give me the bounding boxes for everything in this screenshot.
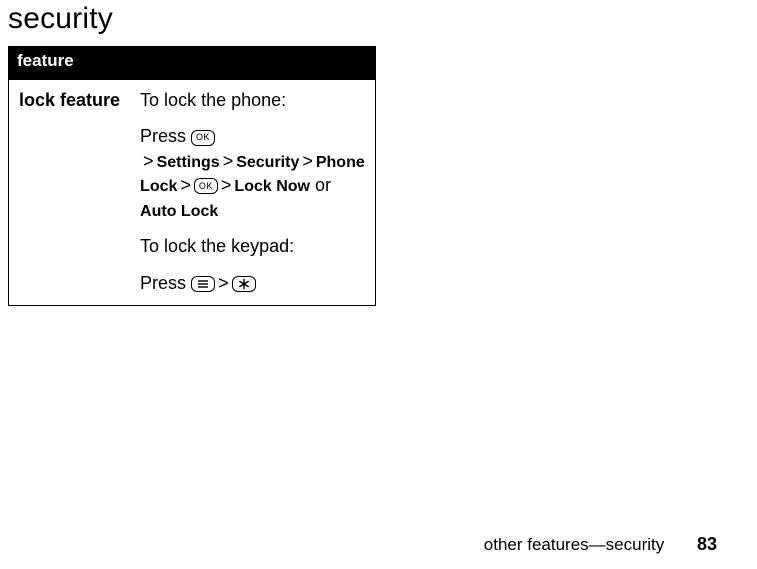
table-row: lock feature To lock the phone: Press OK… [9,79,376,306]
separator: > [223,151,234,171]
separator: > [302,151,313,171]
menu-settings: Settings [157,154,220,171]
separator: > [218,273,229,293]
lock-phone-heading: To lock the phone: [140,88,365,112]
menu-key-icon [191,276,215,292]
ok-key-icon: OK [194,178,218,194]
press-label: Press [140,273,191,293]
menu-security: Security [236,154,299,171]
menu-auto-lock: Auto Lock [140,203,218,220]
row-content: To lock the phone: Press OK>Settings>Sec… [130,79,375,306]
press-label: Press [140,126,191,146]
page-footer: other features—security 83 [484,534,717,555]
or-text: or [310,175,331,195]
separator: > [143,151,154,171]
footer-text: other features—security [484,535,664,554]
menu-lock-now: Lock Now [234,178,310,195]
row-label: lock feature [9,79,131,306]
page-number: 83 [697,534,717,554]
separator: > [180,175,191,195]
separator: > [221,175,232,195]
ok-key-icon: OK [191,130,215,146]
page-title: security [8,2,757,36]
lock-keypad-steps: Press > [140,271,365,295]
lock-phone-steps: Press OK>Settings>Security>Phone Lock>OK… [140,124,365,222]
star-key-icon [232,276,256,292]
feature-table: feature lock feature To lock the phone: … [8,46,376,306]
lock-keypad-heading: To lock the keypad: [140,234,365,258]
table-header: feature [9,47,376,79]
